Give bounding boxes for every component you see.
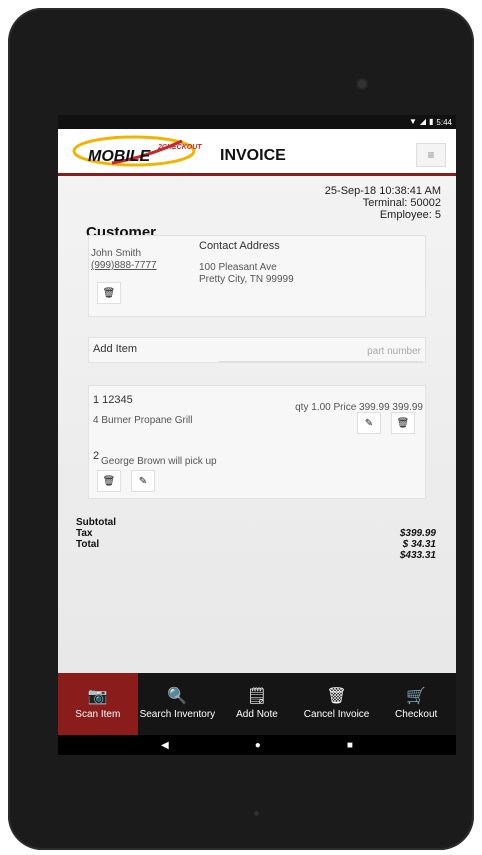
home-icon[interactable]: ● — [255, 740, 261, 751]
address-line-1: 100 Pleasant Ave — [199, 262, 277, 273]
terminal-id: Terminal: 50002 — [362, 197, 441, 209]
address-line-2: Pretty City, TN 99999 — [199, 274, 294, 285]
nav-scan-item-label: Scan Item — [75, 708, 121, 720]
camera-icon: 📷 — [87, 687, 108, 705]
add-item-label: Add Item — [93, 343, 138, 355]
nav-add-note-label: Add Note — [236, 708, 278, 720]
back-icon[interactable]: ◀ — [161, 740, 169, 751]
tax-value: $ 34.31 — [402, 539, 436, 550]
items-card: 1 12345 qty 1.00 Price 399.99 399.99 4 B… — [88, 385, 426, 499]
item-number: 1 12345 — [93, 394, 133, 406]
menu-button[interactable]: ≡ — [416, 143, 446, 167]
recents-icon[interactable]: ■ — [347, 740, 353, 751]
employee-id: Employee: 5 — [379, 209, 441, 221]
app-screen: ▼ ◢ ▮ 5:44 MOBILE 2CHECKOUT INVOICE ≡ 25… — [58, 115, 456, 755]
delete-note-button[interactable]: 🗑 — [97, 470, 121, 492]
subtotal-label: Subtotal — [76, 517, 116, 528]
tablet-device: ▼ ◢ ▮ 5:44 MOBILE 2CHECKOUT INVOICE ≡ 25… — [8, 8, 474, 850]
pencil-icon: ✎ — [138, 475, 148, 487]
customer-card: John Smith (999)888-7777 Contact Address… — [88, 235, 426, 317]
total-label: Total — [76, 539, 100, 550]
front-camera — [358, 80, 366, 88]
battery-icon: ▮ — [429, 117, 434, 126]
nav-scan-item[interactable]: 📷 Scan Item — [58, 673, 138, 735]
nav-search-inventory[interactable]: 🔍 Search Inventory — [138, 673, 218, 735]
delete-customer-button[interactable]: 🗑 — [97, 282, 121, 304]
delete-item-button[interactable]: 🗑 — [391, 412, 415, 434]
signal-icon: ◢ — [419, 117, 427, 126]
edit-item-button[interactable]: ✎ — [357, 412, 381, 434]
invoice-meta: 25-Sep-18 10:38:41 AM Terminal: 50002 Em… — [325, 185, 441, 221]
total-value: $433.31 — [399, 550, 436, 561]
trash-icon: 🗑 — [396, 417, 410, 429]
bottom-nav-bar: 📷 Scan Item 🔍 Search Inventory 🗒 Add Not… — [58, 673, 456, 735]
contact-address-label: Contact Address — [199, 240, 280, 252]
item-description: 4 Burner Propane Grill — [93, 415, 193, 426]
trash-icon: 🗑 — [102, 475, 116, 487]
totals-labels: Subtotal Tax Total — [76, 517, 116, 550]
nav-cancel-invoice-label: Cancel Invoice — [303, 708, 370, 720]
nav-add-note[interactable]: 🗒 Add Note — [217, 673, 297, 735]
subtotal-value: $399.99 — [399, 528, 436, 539]
nav-cancel-invoice[interactable]: 🗑 Cancel Invoice — [297, 673, 377, 735]
note-number: 2 — [93, 450, 100, 462]
add-item-row: Add Item — [88, 337, 426, 363]
nav-search-inventory-label: Search Inventory — [139, 708, 216, 720]
app-logo: MOBILE 2CHECKOUT — [72, 133, 222, 169]
wifi-icon: ▼ — [408, 117, 417, 126]
part-number-input[interactable] — [219, 341, 423, 362]
logo-sup-text: 2CHECKOUT — [158, 144, 202, 151]
logo-main-text: MOBILE — [88, 148, 151, 165]
invoice-datetime: 25-Sep-18 10:38:41 AM — [324, 185, 441, 197]
customer-phone-link[interactable]: (999)888-7777 — [91, 260, 157, 271]
trash-icon: 🗑 — [326, 687, 347, 705]
nav-checkout[interactable]: 🛒 Checkout — [376, 673, 456, 735]
note-icon: 🗒 — [246, 687, 268, 705]
customer-name: John Smith — [91, 248, 142, 259]
nav-checkout-label: Checkout — [395, 708, 438, 720]
note-text: George Brown will pick up — [101, 456, 217, 467]
tax-label: Tax — [76, 528, 93, 539]
edit-note-button[interactable]: ✎ — [131, 470, 155, 492]
status-time: 5:44 — [436, 117, 452, 127]
system-nav-bar: ◀ ● ■ — [58, 735, 456, 755]
invoice-content: 25-Sep-18 10:38:41 AM Terminal: 50002 Em… — [58, 176, 456, 673]
trash-icon: 🗑 — [102, 287, 116, 299]
cart-icon: 🛒 — [406, 687, 427, 705]
sensor-dot — [254, 811, 259, 816]
app-header: MOBILE 2CHECKOUT INVOICE ≡ — [58, 129, 456, 176]
pencil-icon: ✎ — [364, 417, 374, 429]
hamburger-icon: ≡ — [427, 148, 435, 162]
totals-values: $399.99 $ 34.31 $433.31 — [400, 528, 436, 561]
search-icon: 🔍 — [167, 687, 188, 705]
status-bar: ▼ ◢ ▮ 5:44 — [58, 115, 456, 129]
status-icons: ▼ ◢ ▮ 5:44 — [409, 117, 452, 127]
page-title: INVOICE — [220, 147, 286, 164]
